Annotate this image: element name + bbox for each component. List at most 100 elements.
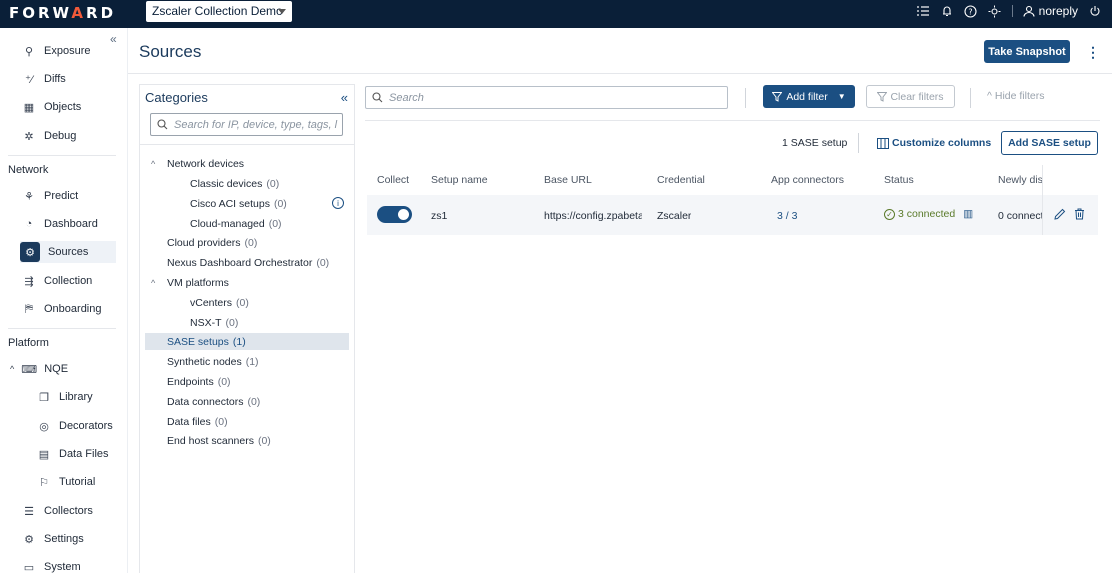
bell-icon[interactable] [940,4,954,18]
caret-down-icon [278,9,286,14]
nav-label: Objects [44,101,82,113]
settings-icon: ⚙ [24,533,34,546]
category-sase-setups[interactable]: SASE setups (1) [145,333,349,350]
toolbar-divider [365,120,1100,121]
column-header[interactable]: Collect [377,174,409,186]
sources-icon: ⚙ [20,242,40,262]
table-row[interactable] [367,195,1098,235]
category-network-devices[interactable]: ^ Network devices [145,155,349,172]
category-synthetic-nodes[interactable]: Synthetic nodes (1) [145,353,349,370]
clear-filters-button[interactable]: Clear filters [866,85,955,108]
delete-icon[interactable] [1074,208,1085,223]
category-count: (0) [316,256,330,269]
collect-toggle[interactable] [377,206,412,223]
search-input[interactable]: Search [365,86,728,109]
nav-label: Predict [44,190,79,202]
more-options-icon[interactable]: ⋮ [1086,44,1100,61]
column-header[interactable]: Setup name [431,174,488,186]
category-data-files[interactable]: Data files (0) [145,413,349,430]
category-label: Synthetic nodes [167,355,242,368]
nav-divider [8,328,116,329]
hide-filters-button[interactable]: ^ Hide filters [987,90,1044,102]
top-bar-actions: ? noreply [916,4,1102,18]
category-data-connectors[interactable]: Data connectors (0) [145,393,349,410]
app-connectors-link[interactable]: 3 / 3 [777,210,797,222]
category-cloud-providers[interactable]: Cloud providers (0) [145,234,349,251]
nav-item-library[interactable]: ❐ Library [35,386,131,408]
nav-label: NQE [44,363,69,375]
column-header[interactable]: Status [884,174,914,186]
customize-columns-label: Customize columns [892,137,992,149]
nav-label: Library [59,391,93,403]
nav-item-onboarding[interactable]: ⛿ Onboarding [20,298,116,320]
building-icon[interactable]: ▥ [963,208,973,220]
category-count: (0) [225,316,239,329]
nav-item-objects[interactable]: ▦ Objects [20,96,116,118]
category-endpoints[interactable]: Endpoints (0) [145,373,349,390]
category-cloud-managed[interactable]: Cloud-managed (0) [145,215,349,232]
nav-item-settings[interactable]: ⚙ Settings [20,528,116,550]
nav-label: Onboarding [44,303,102,315]
nav-item-nqe[interactable]: ^ ⌨ NQE [8,358,116,380]
newly-discovered-cell: 0 connect [998,210,1042,222]
hide-filters-label: Hide filters [994,90,1045,102]
category-count: (0) [244,236,258,249]
power-icon[interactable] [1088,4,1102,18]
category-count: (0) [273,197,287,210]
category-vm-platforms[interactable]: ^ VM platforms [145,274,349,291]
onboarding-icon: ⛿ [25,302,33,315]
category-label: VM platforms [167,276,229,289]
nav-item-debug[interactable]: ✲ Debug [20,125,116,147]
nav-label: Diffs [44,73,66,85]
collapse-categories-icon[interactable]: « [341,90,348,105]
column-header[interactable]: Credential [657,174,705,186]
decorators-icon: ◎ [39,420,49,433]
edit-icon[interactable] [1054,208,1066,223]
nqe-icon: ⌨ [21,363,38,376]
forward-logo[interactable]: FORWARD [9,4,116,22]
info-icon[interactable]: i [332,197,344,209]
nav-item-dashboard[interactable]: ◔ Dashboard [20,213,116,235]
chevron-up-icon: ^ [10,364,15,374]
category-end-host-scanners[interactable]: End host scanners (0) [145,432,349,449]
status-cell: ✓ 3 connected ▥ [884,208,973,220]
column-header[interactable]: Newly disc [998,174,1042,186]
nav-item-collectors[interactable]: ☰ Collectors [20,500,116,522]
nav-item-exposure[interactable]: ⚲ Exposure [20,40,116,62]
categories-search-input[interactable]: Search for IP, device, type, tags, l [150,113,343,136]
add-filter-button[interactable]: Add filter ▼ [763,85,855,108]
customize-columns-button[interactable]: Customize columns [877,137,991,149]
category-nsx-t[interactable]: NSX-T (0) [145,314,349,331]
workspace-select[interactable]: Zscaler Collection Demo [146,1,292,22]
dashboard-icon: ◔ [25,218,33,230]
search-icon [157,119,168,130]
list-icon[interactable] [916,4,930,18]
user-menu[interactable]: noreply [1023,4,1078,18]
columns-icon [877,137,889,149]
chevron-up-icon: ^ [151,158,156,169]
nav-item-collection[interactable]: ⇶ Collection [20,270,116,292]
nav-item-predict[interactable]: ⚘ Predict [20,185,116,207]
add-sase-setup-button[interactable]: Add SASE setup [1001,131,1098,155]
nav-item-system[interactable]: ▭ System [20,556,116,573]
column-header[interactable]: Base URL [544,174,592,186]
nav-label: Sources [48,246,89,258]
add-filter-label: Add filter [786,90,828,103]
theme-icon[interactable] [988,4,1002,18]
user-name: noreply [1038,4,1078,18]
help-icon[interactable]: ? [964,4,978,18]
categories-title: Categories [145,90,208,105]
nav-item-decorators[interactable]: ◎ Decorators [35,415,131,437]
nav-item-diffs[interactable]: ⁺⁄ Diffs [20,68,116,90]
category-vcenters[interactable]: vCenters (0) [145,294,349,311]
nav-item-tutorial[interactable]: ⚐ Tutorial [35,471,131,493]
nav-item-data-files[interactable]: ▤ Data Files [35,443,131,465]
column-header[interactable]: App connectors [771,174,844,186]
category-classic-devices[interactable]: Classic devices (0) [145,175,349,192]
category-nexus-dashboard-orchestrator[interactable]: Nexus Dashboard Orchestrator (0) [145,254,349,271]
category-cisco-aci-setups[interactable]: Cisco ACI setups (0) i [145,195,349,212]
nav-section-platform: Platform [8,337,49,349]
take-snapshot-button[interactable]: Take Snapshot [984,40,1070,63]
nav-item-sources[interactable]: ⚙ Sources [20,241,116,263]
library-icon: ❐ [39,391,49,404]
